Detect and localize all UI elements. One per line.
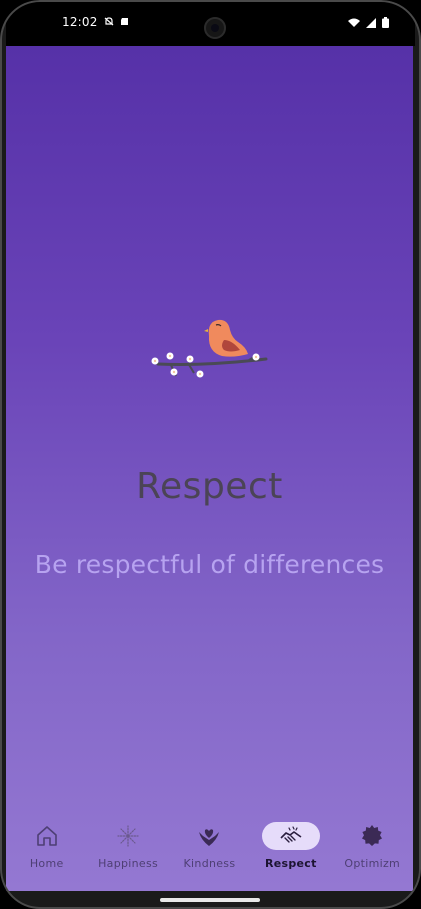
- wifi-icon: [348, 18, 360, 27]
- nav-item-optimizm[interactable]: Optimizm: [332, 822, 412, 870]
- home-icon: [36, 826, 57, 846]
- nav-label-happiness: Happiness: [98, 857, 159, 870]
- nav-label-optimizm: Optimizm: [344, 857, 401, 870]
- battery-icon: [382, 17, 389, 28]
- status-right-icons: [348, 17, 389, 28]
- nav-pill-home: [18, 822, 76, 850]
- page-subtitle: Be respectful of differences: [34, 550, 385, 579]
- notification-off-icon: [104, 17, 114, 26]
- nav-pill-optimizm: [343, 822, 401, 850]
- handshake-icon: [280, 826, 302, 843]
- app-screen: Respect Be respectful of differences Hom…: [6, 46, 413, 891]
- status-left-icons: [104, 17, 130, 26]
- nav-label-kindness: Kindness: [183, 857, 236, 870]
- bird-on-branch-icon: [151, 319, 268, 378]
- status-bar: 12:02: [6, 0, 415, 46]
- signal-icon: [366, 17, 376, 28]
- sd-card-icon: [121, 18, 128, 25]
- nav-item-respect[interactable]: Respect: [251, 822, 331, 870]
- nav-label-home: Home: [29, 857, 64, 870]
- nav-item-happiness[interactable]: Happiness: [88, 822, 168, 870]
- bottom-navigation: Home Happiness Kindness Respect Optimizm: [6, 814, 413, 891]
- phone-frame: 12:02 Respect Be respectful of differenc…: [0, 0, 421, 909]
- heart-hands-icon: [199, 829, 220, 846]
- nav-item-kindness[interactable]: Kindness: [169, 822, 249, 870]
- fireworks-icon: [117, 825, 139, 847]
- nav-item-home[interactable]: Home: [7, 822, 87, 870]
- nav-pill-respect: [261, 822, 320, 850]
- sun-badge-icon: [362, 825, 383, 846]
- nav-label-respect: Respect: [265, 857, 317, 870]
- nav-pill-happiness: [99, 822, 157, 850]
- front-camera: [204, 17, 226, 39]
- status-time: 12:02: [62, 15, 98, 29]
- nav-pill-kindness: [180, 822, 238, 850]
- page-title: Respect: [136, 466, 283, 507]
- home-indicator[interactable]: [160, 898, 260, 902]
